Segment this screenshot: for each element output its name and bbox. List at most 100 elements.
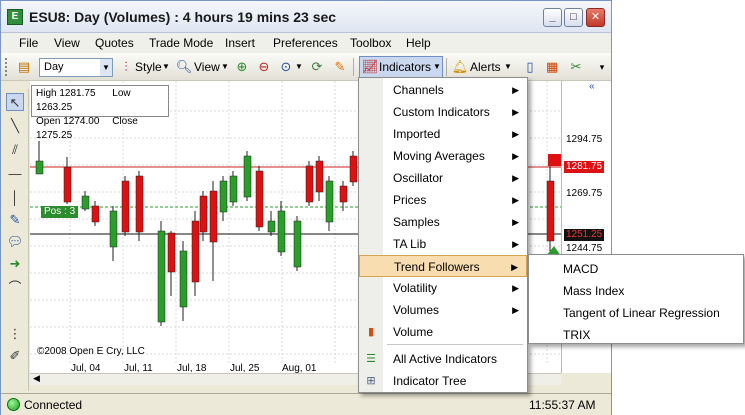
view-chevron-icon[interactable]: ▼ xyxy=(221,58,229,77)
price-label: 1244.75 xyxy=(566,243,603,254)
candle-body xyxy=(63,166,72,203)
menu-item-oscillator[interactable]: Oscillator ▶ xyxy=(359,167,527,189)
minimize-button[interactable]: _ xyxy=(543,8,562,27)
app-icon: E xyxy=(7,9,23,25)
horizontal-line-icon[interactable]: — xyxy=(6,165,24,183)
line-tool-icon[interactable]: ╲ xyxy=(6,117,24,135)
pointer-icon[interactable]: ↖ xyxy=(6,93,24,111)
low-label: Low xyxy=(112,88,131,99)
clock: 11:55:37 AM xyxy=(529,398,596,412)
menu-item-all-active-indicators[interactable]: ☰ All Active Indicators xyxy=(359,348,527,370)
menu-item-channels[interactable]: Channels ▶ xyxy=(359,79,527,101)
candle-body xyxy=(229,175,238,203)
menu-insert[interactable]: Insert xyxy=(225,36,255,50)
color-scheme-icon[interactable]: ▦ xyxy=(543,58,561,76)
candle-body xyxy=(81,195,90,210)
submenu-arrow-icon: ▶ xyxy=(512,173,519,183)
zoom-in-icon[interactable]: ⊕ xyxy=(233,58,251,76)
menu-item-imported[interactable]: Imported ▶ xyxy=(359,123,527,145)
style-button[interactable]: Style xyxy=(135,58,162,77)
view-icon: 🔍︎ xyxy=(175,59,193,74)
candle-body xyxy=(267,220,276,233)
candle-body xyxy=(293,220,302,268)
menu-item-volatility[interactable]: Volatility ▶ xyxy=(359,277,527,299)
zoom-chevron-icon[interactable]: ▼ xyxy=(295,58,303,77)
note-icon[interactable]: ✎ xyxy=(6,211,24,229)
candle-body xyxy=(305,165,314,203)
alerts-chevron-icon[interactable]: ▼ xyxy=(504,58,512,77)
tools-icon[interactable]: ✂ xyxy=(567,58,585,76)
sell-marker xyxy=(548,154,561,166)
close-value: 1275.25 xyxy=(36,130,73,141)
callout-icon[interactable]: 💬︎ xyxy=(6,233,24,251)
copyright-text: ©2008 Open E Cry, LLC xyxy=(37,346,145,357)
menu-item-tangent-linear-regression[interactable]: Tangent of Linear Regression xyxy=(563,306,720,320)
menu-item-volumes[interactable]: Volumes ▶ xyxy=(359,299,527,321)
open-value: 1274.00 xyxy=(63,116,100,127)
menu-item-trend-followers[interactable]: Trend Followers ▶ xyxy=(359,255,527,277)
indicators-toggle-icon[interactable]: ✎ xyxy=(331,58,349,76)
arrow-right-icon[interactable]: ➜ xyxy=(6,255,24,273)
menu-item-indicator-tree[interactable]: ⊞ Indicator Tree xyxy=(359,370,527,392)
toolbar-grip[interactable] xyxy=(5,58,8,76)
candle-body xyxy=(109,210,118,248)
period-combo[interactable]: Day ▼ xyxy=(39,58,113,77)
close-button[interactable]: ✕ xyxy=(586,8,605,27)
chevron-down-icon[interactable]: ▼ xyxy=(100,59,112,76)
phone-icon[interactable]: ▯ xyxy=(521,58,539,76)
menu-item-custom-indicators[interactable]: Custom Indicators ▶ xyxy=(359,101,527,123)
fibonacci-icon[interactable]: ⋮ xyxy=(6,325,24,343)
candle-body xyxy=(349,155,358,183)
menu-item-trix[interactable]: TRIX xyxy=(563,328,590,342)
submenu-arrow-icon: ▶ xyxy=(512,151,519,161)
maximize-button[interactable]: □ xyxy=(564,8,583,27)
candle-body xyxy=(121,180,130,233)
menu-preferences[interactable]: Preferences xyxy=(273,36,338,50)
toolbar-separator-2 xyxy=(446,58,447,76)
menu-trade-mode[interactable]: Trade Mode xyxy=(149,36,213,50)
submenu-arrow-icon: ▶ xyxy=(512,239,519,249)
menu-view[interactable]: View xyxy=(54,36,80,50)
scroll-left-icon[interactable]: ◀ xyxy=(33,373,40,384)
menu-item-ta-lib[interactable]: TA Lib ▶ xyxy=(359,233,527,255)
menu-help[interactable]: Help xyxy=(406,36,431,50)
menu-item-label: Volatility xyxy=(393,281,438,295)
menu-item-label: Volume xyxy=(393,325,434,339)
indicators-chevron-icon[interactable]: ▼ xyxy=(433,58,441,77)
menu-item-samples[interactable]: Samples ▶ xyxy=(359,211,527,233)
submenu-arrow-icon: ▶ xyxy=(512,217,519,227)
position-tag[interactable]: Pos : 3 xyxy=(41,206,79,218)
candle-body xyxy=(157,230,166,323)
zoom-out-icon[interactable]: ⊖ xyxy=(255,58,273,76)
menu-item-moving-averages[interactable]: Moving Averages ▶ xyxy=(359,145,527,167)
period-value: Day xyxy=(44,61,64,73)
zoom-menu-icon[interactable]: ⊙ xyxy=(277,58,295,76)
refresh-icon[interactable]: ⟳ xyxy=(308,58,326,76)
menu-item-label: Samples xyxy=(393,215,440,229)
style-chevron-icon[interactable]: ▼ xyxy=(162,58,170,77)
period-icon[interactable]: ▤ xyxy=(15,58,33,76)
collapse-axis-icon[interactable]: « xyxy=(589,81,595,92)
menu-item-mass-index[interactable]: Mass Index xyxy=(563,284,624,298)
menu-file[interactable]: File xyxy=(19,36,38,50)
submenu-arrow-icon: ▶ xyxy=(512,305,519,315)
red-line-price-badge: 1281.75 xyxy=(564,161,604,173)
menu-quotes[interactable]: Quotes xyxy=(95,36,134,50)
parallel-lines-icon[interactable]: ⫽ xyxy=(6,141,24,159)
menu-item-prices[interactable]: Prices ▶ xyxy=(359,189,527,211)
alerts-button[interactable]: Alerts xyxy=(470,58,501,77)
title-bar[interactable]: E ESU8: Day (Volumes) : 4 hours 19 mins … xyxy=(1,1,611,33)
toolbar-overflow-icon[interactable]: ▾ xyxy=(593,58,611,76)
vertical-line-icon[interactable]: │ xyxy=(6,189,24,207)
list-icon: ☰ xyxy=(366,353,376,365)
view-button[interactable]: View xyxy=(194,58,220,77)
menu-toolbox[interactable]: Toolbox xyxy=(350,36,391,50)
curve-icon[interactable]: ⌒ xyxy=(6,279,24,297)
menu-item-macd[interactable]: MACD xyxy=(563,262,598,276)
candle-body xyxy=(243,155,252,198)
pen-icon[interactable]: ✐ xyxy=(6,347,24,365)
candle-body xyxy=(179,250,188,308)
price-label: 1294.75 xyxy=(566,134,603,145)
menu-item-volume[interactable]: ▮ Volume xyxy=(359,321,527,343)
menu-item-label: TA Lib xyxy=(393,237,427,251)
